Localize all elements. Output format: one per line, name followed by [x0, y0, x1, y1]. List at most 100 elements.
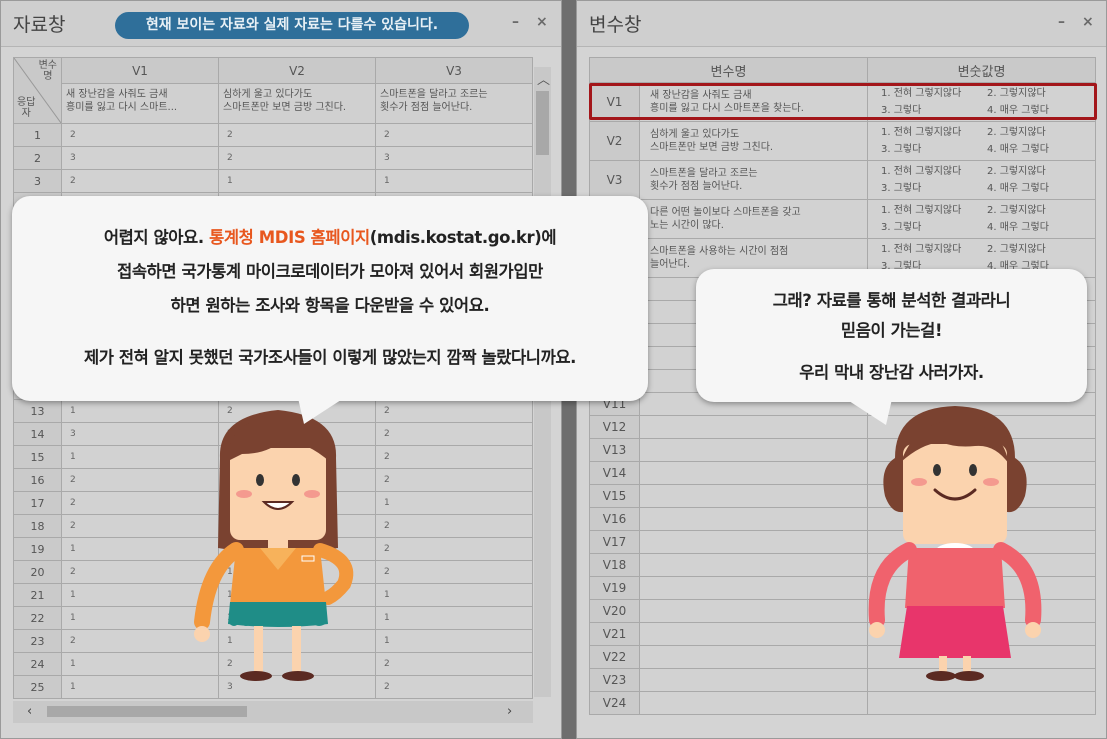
- table-cell[interactable]: 2: [375, 445, 533, 469]
- table-cell[interactable]: 1: [218, 169, 376, 193]
- column-header[interactable]: V2: [218, 57, 376, 84]
- variable-label: [639, 576, 868, 600]
- speech-line: 접속하면 국가통계 마이크로데이터가 모아져 있어서 회원가입만: [117, 262, 543, 281]
- table-row[interactable]: 2323: [13, 146, 533, 170]
- row-number: 17: [13, 491, 62, 515]
- speech-line: 하면 원하는 조사와 항목을 다운받을 수 있어요.: [170, 296, 490, 315]
- table-cell[interactable]: 2: [375, 399, 533, 423]
- variable-label: 다른 어떤 놀이보다 스마트폰을 갖고 노는 시간이 많다.: [639, 199, 868, 239]
- table-cell[interactable]: 1: [375, 583, 533, 607]
- mother-character: [868, 406, 1042, 681]
- variable-label: 심하게 울고 있다가도 스마트폰만 보면 금방 그친다.: [639, 121, 868, 161]
- variable-label: [639, 599, 868, 623]
- variable-window-title: 변수창: [589, 14, 642, 36]
- variable-name: V2: [589, 121, 640, 161]
- scroll-up-icon[interactable]: ︿: [537, 69, 550, 88]
- variable-name: V16: [589, 507, 640, 531]
- variable-label: [639, 622, 868, 646]
- value-labels: [867, 691, 1096, 715]
- table-cell[interactable]: 3: [375, 146, 533, 170]
- table-cell[interactable]: 2: [375, 514, 533, 538]
- girl-character: [194, 410, 354, 681]
- variable-row[interactable]: V2 심하게 울고 있다가도 스마트폰만 보면 금방 그친다. 1. 전혀 그렇지않다…: [589, 121, 1096, 161]
- table-row[interactable]: 1222: [13, 123, 533, 147]
- row-number: 16: [13, 468, 62, 492]
- selected-row-highlight: [589, 83, 1097, 120]
- horizontal-scroll-thumb[interactable]: [47, 706, 247, 717]
- variable-name: V18: [589, 553, 640, 577]
- variable-label: [639, 461, 868, 485]
- row-number: 18: [13, 514, 62, 538]
- column-header-value-labels[interactable]: 변숫값명: [867, 57, 1096, 83]
- variable-row[interactable]: V24: [589, 691, 1096, 715]
- variable-window-header: 변수창 – ×: [577, 1, 1106, 47]
- horizontal-scrollbar[interactable]: ‹ ›: [13, 701, 533, 723]
- table-cell[interactable]: 2: [375, 560, 533, 584]
- row-number: 15: [13, 445, 62, 469]
- variable-label: [639, 415, 868, 439]
- table-row[interactable]: 3211: [13, 169, 533, 193]
- variable-label: [639, 668, 868, 692]
- row-number: 24: [13, 652, 62, 676]
- table-cell[interactable]: 2: [375, 675, 533, 699]
- mdis-highlight-text: 통계청 MDIS 홈페이지: [209, 228, 370, 247]
- mother-speech-bubble: 그래? 자료를 통해 분석한 결과라니 믿음이 가는걸! 우리 막내 장난감 사…: [696, 269, 1087, 402]
- row-number: 22: [13, 606, 62, 630]
- grid-corner-cell: 변수 명 응답 자: [13, 57, 62, 124]
- table-cell[interactable]: 1: [375, 606, 533, 630]
- variable-label: [639, 691, 868, 715]
- table-cell[interactable]: 2: [375, 537, 533, 561]
- speech-line: 제가 전혀 알지 못했던 국가조사들이 이렇게 많았는지 깜짝 놀랐다니까요.: [83, 348, 577, 367]
- variable-name: V14: [589, 461, 640, 485]
- scroll-left-icon[interactable]: ‹: [27, 704, 32, 719]
- variable-row[interactable]: V4다른 어떤 놀이보다 스마트폰을 갖고노는 시간이 많다.1. 전혀 그렇지…: [589, 199, 1096, 239]
- table-cell[interactable]: 1: [375, 491, 533, 515]
- table-cell[interactable]: 2: [61, 123, 219, 147]
- table-cell[interactable]: 2: [61, 169, 219, 193]
- column-header[interactable]: V1: [61, 57, 219, 84]
- variable-name: V20: [589, 599, 640, 623]
- table-cell[interactable]: 2: [375, 123, 533, 147]
- speech-tail: [298, 398, 344, 424]
- variable-label: 스마트폰을 달라고 조르는 횟수가 점점 늘어난다.: [639, 160, 868, 200]
- table-cell[interactable]: 2: [218, 123, 376, 147]
- column-header-variable-name[interactable]: 변수명: [589, 57, 868, 83]
- variable-label: [639, 438, 868, 462]
- vertical-scroll-thumb[interactable]: [536, 91, 549, 155]
- table-cell[interactable]: 1: [375, 629, 533, 653]
- variable-name: V17: [589, 530, 640, 554]
- table-cell[interactable]: 2: [375, 652, 533, 676]
- variable-row[interactable]: V3 스마트폰을 달라고 조르는 횟수가 점점 늘어난다. 1. 전혀 그렇지않다 2.…: [589, 160, 1096, 200]
- speech-line: 우리 막내 장난감 사러가자.: [799, 363, 984, 382]
- scroll-right-icon[interactable]: ›: [507, 704, 512, 719]
- column-label: 심하게 울고 있다가도 스마트폰만 보면 금방 그친다.: [218, 83, 376, 124]
- table-cell[interactable]: 1: [375, 169, 533, 193]
- variable-name: V13: [589, 438, 640, 462]
- variable-label: [639, 553, 868, 577]
- minimize-icon[interactable]: –: [1058, 14, 1065, 30]
- close-icon[interactable]: ×: [1082, 14, 1094, 30]
- row-number: 25: [13, 675, 62, 699]
- row-number: 1: [13, 123, 62, 147]
- variable-name: V22: [589, 645, 640, 669]
- value-labels: 1. 전혀 그렇지않다 2. 그렇지않다 3. 그렇다 4. 매우 그렇다: [867, 121, 1096, 161]
- row-number: 19: [13, 537, 62, 561]
- close-icon[interactable]: ×: [536, 14, 548, 30]
- row-number: 21: [13, 583, 62, 607]
- variable-name: V12: [589, 415, 640, 439]
- table-cell[interactable]: 2: [375, 422, 533, 446]
- column-header[interactable]: V3: [375, 57, 533, 84]
- column-label: 스마트폰을 달라고 조르는 횟수가 점점 늘어난다.: [375, 83, 533, 124]
- data-window-header: 자료창 현재 보이는 자료와 실제 자료는 다를수 있습니다. – ×: [1, 1, 561, 47]
- variable-name: V21: [589, 622, 640, 646]
- table-cell[interactable]: 3: [61, 146, 219, 170]
- speech-line: 그래? 자료를 통해 분석한 결과라니: [772, 291, 1011, 310]
- table-cell[interactable]: 2: [218, 146, 376, 170]
- variable-name: V24: [589, 691, 640, 715]
- row-number: 20: [13, 560, 62, 584]
- minimize-icon[interactable]: –: [512, 14, 519, 30]
- variable-label: [639, 484, 868, 508]
- speech-line: 어렵지 않아요. 통계청 MDIS 홈페이지(mdis.kostat.go.kr…: [103, 228, 557, 247]
- table-cell[interactable]: 2: [375, 468, 533, 492]
- corner-label-respondent: 응답 자: [17, 97, 36, 119]
